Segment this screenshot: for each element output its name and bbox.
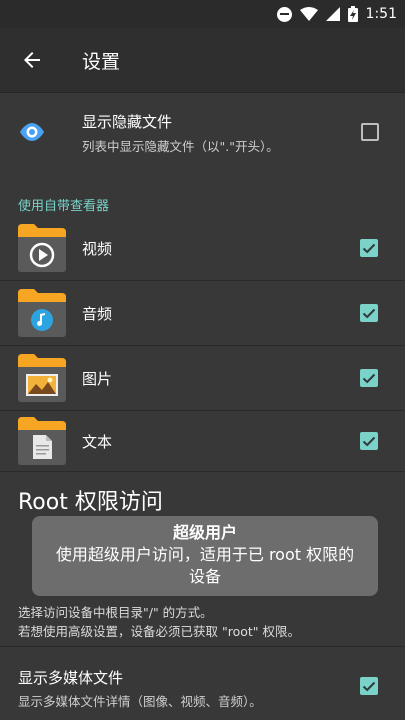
viewer-text-label: 文本 xyxy=(82,433,113,451)
back-arrow-icon[interactable] xyxy=(20,48,44,72)
status-icons: 1:51 xyxy=(276,4,397,24)
viewer-text-checkbox[interactable] xyxy=(360,432,378,450)
folder-video-icon xyxy=(18,224,66,272)
viewer-video-label: 视频 xyxy=(82,240,113,258)
signal-icon xyxy=(325,7,340,21)
section-header-viewers: 使用自带查看器 xyxy=(18,199,110,214)
pref-hidden-files[interactable]: 显示隐藏文件 列表中显示隐藏文件（以"."开头）。 xyxy=(0,93,405,171)
viewer-video-checkbox[interactable] xyxy=(360,239,378,257)
pref-viewer-audio[interactable]: 音频 xyxy=(0,281,405,345)
eye-icon xyxy=(20,123,44,141)
hidden-files-subtitle: 列表中显示隐藏文件（以"."开头）。 xyxy=(82,139,279,154)
app-bar: 设置 xyxy=(0,28,405,93)
wifi-icon xyxy=(299,7,318,21)
pref-viewer-video[interactable]: 视频 xyxy=(0,216,405,280)
status-bar: 1:51 xyxy=(0,0,405,28)
page-title: 设置 xyxy=(82,51,121,73)
media-files-subtitle: 显示多媒体文件详情（图像、视频、音频）。 xyxy=(18,694,262,709)
folder-image-icon xyxy=(18,354,66,402)
viewer-audio-label: 音频 xyxy=(82,305,113,323)
root-access-title[interactable]: Root 权限访问 xyxy=(18,484,163,516)
folder-document-icon xyxy=(18,417,66,465)
media-files-title: 显示多媒体文件 xyxy=(18,669,124,687)
folder-music-icon xyxy=(18,289,66,337)
divider xyxy=(0,471,405,472)
hidden-files-checkbox[interactable] xyxy=(361,123,379,141)
root-access-desc-line1: 选择访问设备中根目录"/" 的方式。 xyxy=(18,605,213,620)
media-files-checkbox[interactable] xyxy=(360,677,378,695)
hidden-files-title: 显示隐藏文件 xyxy=(82,113,173,131)
pref-viewer-text[interactable]: 文本 xyxy=(0,411,405,471)
viewer-image-checkbox[interactable] xyxy=(360,369,378,387)
pref-media-files[interactable]: 显示多媒体文件 显示多媒体文件详情（图像、视频、音频）。 xyxy=(0,647,405,720)
status-time: 1:51 xyxy=(365,6,397,22)
do-not-disturb-icon xyxy=(276,6,292,22)
pref-viewer-image[interactable]: 图片 xyxy=(0,346,405,410)
battery-charging-icon xyxy=(347,6,358,22)
viewer-audio-checkbox[interactable] xyxy=(360,304,378,322)
viewer-image-label: 图片 xyxy=(82,370,113,388)
root-access-desc-line2: 若想使用高级设置，设备必须已获取 "root" 权限。 xyxy=(18,624,301,639)
toast-body: 使用超级用户访问，适用于已 root 权限的设备 xyxy=(55,545,355,586)
toast-title: 超级用户 xyxy=(172,523,237,542)
toast-message: 超级用户 使用超级用户访问，适用于已 root 权限的设备 xyxy=(32,516,378,596)
